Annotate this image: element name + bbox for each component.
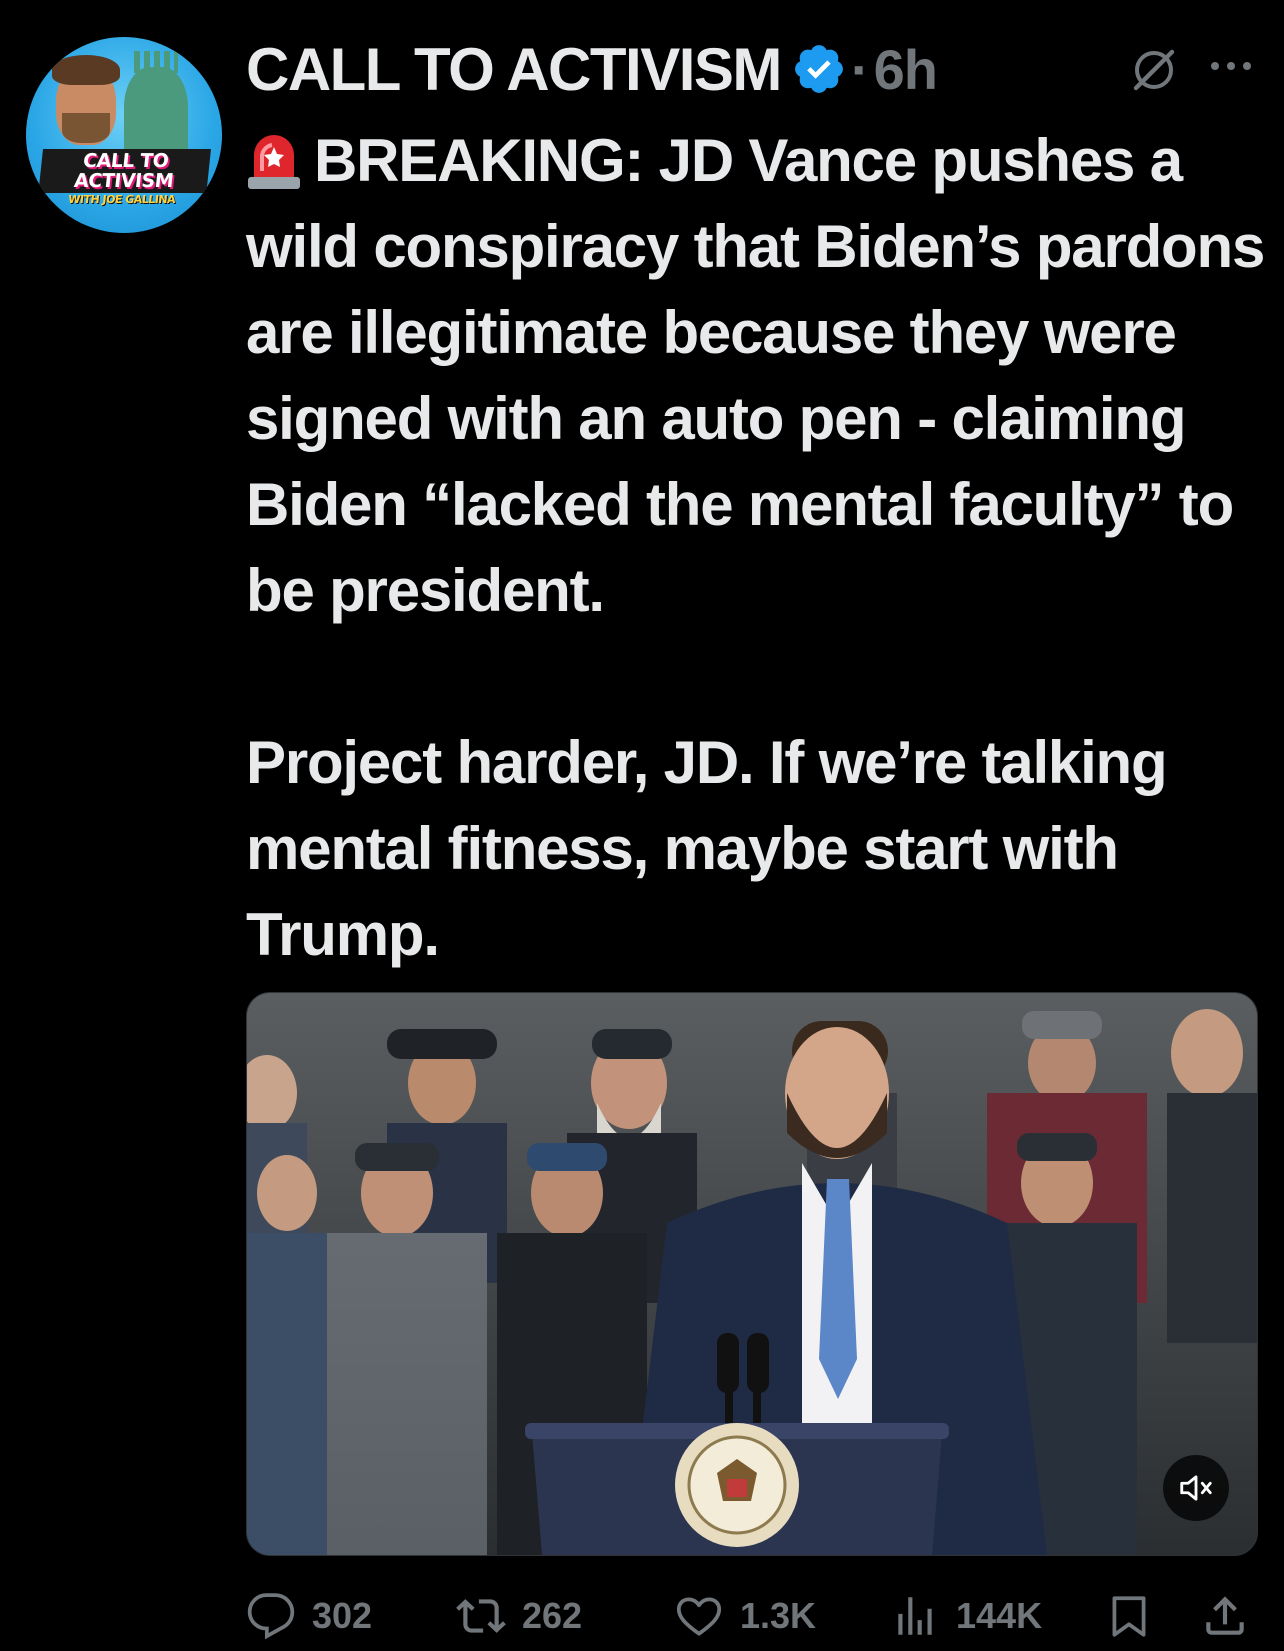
share-icon (1206, 1596, 1244, 1635)
retweet-button[interactable]: 262 (456, 1588, 582, 1644)
author-name[interactable]: CALL TO ACTIVISM (246, 35, 782, 104)
tweet-paragraph-1: BREAKING: JD Vance pushes a wild conspir… (246, 118, 1266, 634)
more-icon[interactable] (1208, 54, 1254, 78)
video-frame (247, 993, 1257, 1555)
bookmark-icon (1112, 1596, 1146, 1637)
views-button[interactable]: 144K (890, 1588, 1042, 1644)
tweet-text: BREAKING: JD Vance pushes a wild conspir… (246, 118, 1266, 978)
retweet-icon (456, 1599, 506, 1633)
tweet-timestamp[interactable]: 6h (874, 37, 938, 102)
reply-icon (247, 1593, 295, 1640)
share-button[interactable] (1200, 1588, 1266, 1644)
verified-badge-icon (794, 45, 843, 93)
avatar-logo: CALL TO ACTIVISM WITH JOE GALLINA (37, 149, 211, 206)
podium (525, 1423, 949, 1555)
retweet-count: 262 (522, 1595, 583, 1636)
views-count: 144K (956, 1595, 1043, 1636)
reply-count: 302 (312, 1595, 373, 1636)
avatar-logo-line2: WITH JOE GALLINA (67, 193, 176, 206)
like-count: 1.3K (740, 1595, 817, 1636)
avatar-face (52, 55, 120, 145)
grok-icon[interactable] (1130, 46, 1178, 94)
bookmark-button[interactable] (1104, 1588, 1170, 1644)
action-bar: 302 262 1.3K 144K (246, 1588, 1256, 1644)
volume-muted-icon (1180, 1475, 1212, 1501)
avatar-logo-line1: CALL TO ACTIVISM (38, 149, 211, 193)
tweet-header: CALL TO ACTIVISM · 6h (246, 30, 938, 108)
views-chart-icon (898, 1597, 932, 1635)
mute-toggle-button[interactable] (1163, 1455, 1229, 1521)
tweet-paragraph-1-text: BREAKING: JD Vance pushes a wild conspir… (246, 127, 1265, 624)
author-avatar[interactable]: CALL TO ACTIVISM WITH JOE GALLINA (26, 37, 222, 233)
siren-emoji-icon (248, 135, 300, 189)
tweet: CALL TO ACTIVISM WITH JOE GALLINA CALL T… (0, 0, 1284, 1651)
like-button[interactable]: 1.3K (674, 1588, 816, 1644)
header-separator: · (850, 37, 870, 101)
tweet-paragraph-2: Project harder, JD. If we’re talking men… (246, 729, 1168, 968)
reply-button[interactable]: 302 (246, 1588, 372, 1644)
heart-icon (676, 1597, 722, 1636)
tweet-video[interactable] (246, 992, 1258, 1556)
